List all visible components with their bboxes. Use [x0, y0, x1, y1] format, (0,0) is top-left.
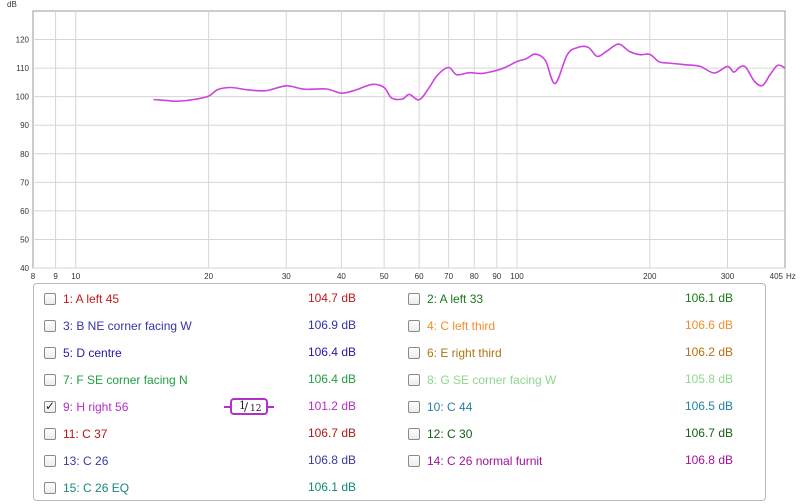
x-tick-label: 100: [510, 272, 524, 281]
legend-checkbox[interactable]: [408, 428, 420, 440]
smoothing-selector[interactable]: 1 ∕ 12: [224, 398, 274, 415]
legend-checkbox[interactable]: [44, 347, 56, 359]
legend-item[interactable]: 6: E right third 106.2 dB: [408, 343, 748, 363]
legend-checkbox[interactable]: [408, 401, 420, 413]
legend-item[interactable]: 13: C 26 106.8 dB: [44, 451, 384, 471]
y-tick-label: 120: [16, 36, 30, 45]
measurement-value: 101.2 dB: [307, 399, 356, 413]
y-axis-label: dB: [7, 0, 17, 9]
x-unit-label: Hz: [786, 272, 796, 281]
y-tick-label: 80: [20, 150, 29, 159]
x-tick-label: 20: [204, 272, 213, 281]
legend-checkbox[interactable]: [44, 320, 56, 332]
measurement-name: 1: A left 45: [63, 292, 120, 306]
measurement-value: 106.7 dB: [307, 426, 356, 440]
legend-item[interactable]: 7: F SE corner facing N 106.4 dB: [44, 370, 384, 390]
measurement-value: 106.4 dB: [307, 345, 356, 359]
measurement-value: 106.8 dB: [684, 453, 733, 467]
measurement-name: 13: C 26: [63, 454, 109, 468]
legend-item[interactable]: 3: B NE corner facing W 106.9 dB: [44, 316, 384, 336]
legend-item[interactable]: 1: A left 45 104.7 dB: [44, 289, 384, 309]
x-tick-label: 40: [337, 272, 346, 281]
measurement-name: 2: A left 33: [427, 292, 484, 306]
measurement-name: 6: E right third: [427, 346, 502, 360]
measurement-name: 5: D centre: [63, 346, 122, 360]
x-tick-label: 30: [282, 272, 291, 281]
x-tick-label: 80: [470, 272, 479, 281]
legend-checkbox[interactable]: [44, 428, 56, 440]
measurement-value: 106.9 dB: [307, 318, 356, 332]
measurement-name: 10: C 44: [427, 400, 473, 414]
legend-item[interactable]: 14: C 26 normal furnit 106.8 dB: [408, 451, 748, 471]
measurement-value: 105.8 dB: [684, 372, 733, 386]
x-tick-label: 300: [721, 272, 735, 281]
y-tick-label: 90: [20, 121, 29, 130]
measurement-name: 4: C left third: [427, 319, 496, 333]
legend-checkbox[interactable]: [44, 374, 56, 386]
x-tick-label: 90: [492, 272, 501, 281]
x-tick-label: 9: [53, 272, 58, 281]
x-tick-label: 8: [31, 272, 36, 281]
legend-checkbox[interactable]: [44, 482, 56, 494]
measurement-name: 9: H right 56: [63, 400, 129, 414]
measurement-value: 106.7 dB: [684, 426, 733, 440]
legend-item[interactable]: 10: C 44 106.5 dB: [408, 397, 748, 417]
y-axis: 120 110 100 90 80 70 60 50 40: [16, 36, 30, 273]
measurement-name: 3: B NE corner facing W: [63, 319, 192, 333]
x-tick-label: 10: [71, 272, 80, 281]
x-tick-label: 200: [643, 272, 657, 281]
measurement-name: 12: C 30: [427, 427, 473, 441]
y-tick-label: 70: [20, 178, 29, 187]
legend-checkbox[interactable]: [408, 455, 420, 467]
measurement-name: 7: F SE corner facing N: [63, 373, 188, 387]
legend-item[interactable]: 15: C 26 EQ 106.1 dB: [44, 478, 384, 498]
legend-checkbox[interactable]: [44, 293, 56, 305]
legend-item[interactable]: 2: A left 33 106.1 dB: [408, 289, 748, 309]
y-tick-label: 100: [16, 93, 30, 102]
x-tick-label: 50: [380, 272, 389, 281]
plot-area: [32, 10, 786, 269]
measurement-name: 14: C 26 normal furnit: [427, 454, 543, 468]
measurement-value: 106.1 dB: [684, 291, 733, 305]
y-tick-label: 50: [20, 235, 29, 244]
x-tick-label: 60: [415, 272, 424, 281]
y-tick-label: 40: [20, 264, 29, 273]
legend-checkbox[interactable]: [408, 374, 420, 386]
measurement-value: 106.2 dB: [684, 345, 733, 359]
legend-item[interactable]: 5: D centre 106.4 dB: [44, 343, 384, 363]
y-tick-label: 110: [16, 64, 29, 73]
legend-checkbox[interactable]: [44, 399, 56, 413]
measurement-value: 106.5 dB: [684, 399, 733, 413]
legend-checkbox[interactable]: [408, 347, 420, 359]
y-tick-label: 60: [20, 207, 29, 216]
measurement-name: 11: C 37: [63, 427, 108, 441]
fraction-slash-icon: ∕: [244, 400, 249, 414]
legend-checkbox[interactable]: [408, 293, 420, 305]
measurement-name: 8: G SE corner facing W: [427, 373, 557, 387]
legend-checkbox[interactable]: [408, 320, 420, 332]
smoothing-denominator: 12: [250, 404, 262, 414]
x-tick-label: 70: [444, 272, 453, 281]
measurement-value: 106.1 dB: [307, 480, 356, 494]
measurement-legend-panel: 1: A left 45 104.7 dB 2: A left 33 106.1 dB…: [33, 283, 766, 501]
x-tick-label: 405: [770, 272, 784, 281]
measurement-value: 106.8 dB: [307, 453, 356, 467]
frequency-response-chart: dB 120 110 100 90 80 70 60 50 40 8 9 10 20 30 40 50 60 7…: [7, 0, 796, 281]
legend-item[interactable]: 11: C 37 106.7 dB: [44, 424, 384, 444]
measurement-value: 106.6 dB: [684, 318, 733, 332]
legend-item[interactable]: 4: C left third 106.6 dB: [408, 316, 748, 336]
legend-item[interactable]: 9: H right 56 1∕12 101.2 dB: [44, 397, 384, 417]
measurement-value: 104.7 dB: [307, 291, 356, 305]
legend-checkbox[interactable]: [44, 455, 56, 467]
legend-item[interactable]: 12: C 30 106.7 dB: [408, 424, 748, 444]
legend-item[interactable]: 8: G SE corner facing W 105.8 dB: [408, 370, 748, 390]
measurement-value: 106.4 dB: [307, 372, 356, 386]
measurement-name: 15: C 26 EQ: [63, 481, 130, 495]
x-axis: 8 9 10 20 30 40 50 60 70 80 90 100 200 300 405 Hz: [31, 272, 796, 281]
